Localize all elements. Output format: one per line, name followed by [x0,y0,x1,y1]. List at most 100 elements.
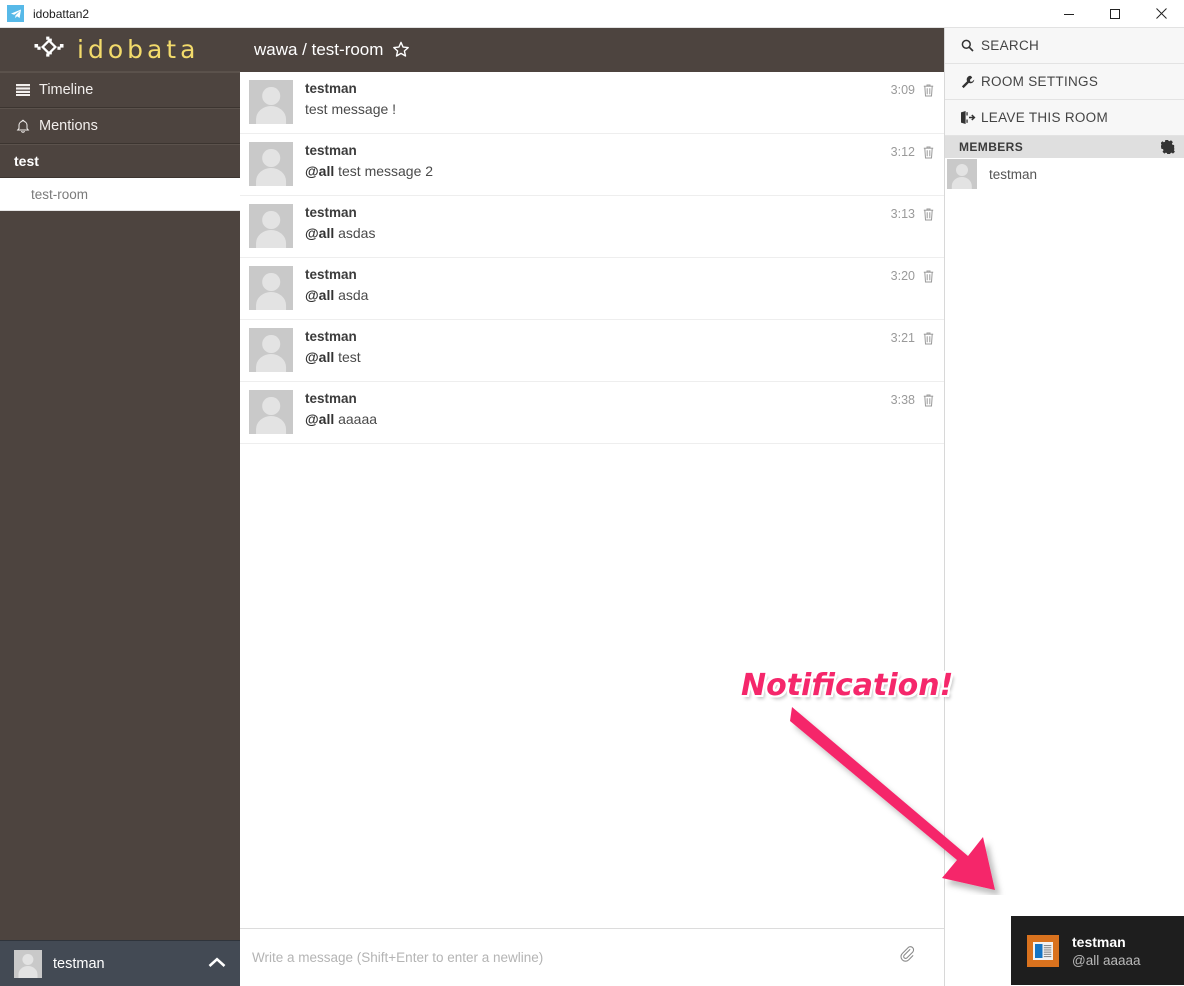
trash-icon[interactable] [923,84,934,97]
room-header: wawa / test-room [240,28,944,72]
member-name: testman [989,166,1038,182]
paper-plane-icon [7,5,24,22]
chat-main: wawa / test-room testman test message ! … [240,28,945,986]
avatar [249,80,293,124]
current-user-bar[interactable]: testman [0,940,240,986]
window-controls [1046,0,1184,28]
trash-icon[interactable] [923,146,934,159]
chevron-up-icon[interactable] [208,955,226,973]
message-text: @all test [305,349,944,365]
trash-icon[interactable] [923,394,934,407]
message-body: test [338,349,361,365]
avatar [249,204,293,248]
toast-title: testman [1072,933,1126,950]
sidebar-item-test-room[interactable]: test-room [0,178,240,211]
sidebar-item-label: Mentions [39,118,98,134]
room-settings-label: ROOM SETTINGS [981,74,1099,89]
mention-tag: @all [305,163,335,179]
message-time: 3:38 [890,393,915,407]
trash-icon[interactable] [923,270,934,283]
mention-tag: @all [305,411,335,427]
right-panel: SEARCH ROOM SETTINGS LEAVE THIS ROOM MEM… [945,28,1184,986]
avatar [947,159,977,189]
message-body: aaaaa [338,411,378,427]
toast-subtitle: @all aaaaa [1072,952,1141,968]
app-window-icon [1027,934,1059,967]
sidebar-item-mentions[interactable]: Mentions [0,108,240,144]
list-icon [14,84,31,96]
message-body: test message 2 [338,163,434,179]
message-author: testman [305,391,357,406]
paperclip-icon[interactable] [900,945,918,970]
sidebar-item-timeline[interactable]: Timeline [0,72,240,108]
message-list: testman test message ! 3:09 testman @all… [240,72,944,444]
table-row: testman @all asdas 3:13 [240,196,944,258]
sidebar-room-label: test-room [31,186,89,202]
leave-room-label: LEAVE THIS ROOM [981,110,1109,125]
star-outline-icon[interactable] [392,41,410,59]
message-text: @all test message 2 [305,163,944,179]
sidebar: idobata Timeline Mentions test test-room… [0,28,240,986]
message-body: asda [338,287,369,303]
leave-room-row[interactable]: LEAVE THIS ROOM [945,100,1184,136]
avatar [249,390,293,434]
sidebar-group-label: test [14,153,39,169]
notification-toast[interactable]: testman @all aaaaa [1011,916,1184,985]
avatar [249,328,293,372]
message-composer [240,928,944,986]
close-button[interactable] [1138,0,1184,28]
message-text: @all aaaaa [305,411,944,427]
exit-icon [961,111,981,124]
message-time: 3:21 [890,331,915,345]
message-time: 3:09 [890,83,915,97]
members-header: MEMBERS [945,136,1184,158]
table-row: testman @all test message 2 3:12 [240,134,944,196]
minimize-button[interactable] [1046,0,1092,28]
message-time: 3:13 [890,207,915,221]
sidebar-group-header[interactable]: test [0,144,240,178]
brand[interactable]: idobata [0,28,240,72]
search-row[interactable]: SEARCH [945,28,1184,64]
window-titlebar: idobattan2 [0,0,1184,28]
trash-icon[interactable] [923,332,934,345]
message-author: testman [305,205,357,220]
bell-icon [14,119,31,134]
members-label: MEMBERS [959,140,1024,154]
wrench-icon [961,75,981,89]
mention-tag: @all [305,349,335,365]
table-row: testman @all test 3:21 [240,320,944,382]
maximize-button[interactable] [1092,0,1138,28]
mention-tag: @all [305,287,335,303]
message-body: asdas [338,225,376,241]
message-time: 3:12 [890,145,915,159]
message-text: test message ! [305,101,944,117]
diamond-logo-icon [34,36,64,63]
message-input[interactable] [252,950,890,965]
message-author: testman [305,143,357,158]
trash-icon[interactable] [923,208,934,221]
table-row: testman test message ! 3:09 [240,72,944,134]
message-author: testman [305,267,357,282]
message-text: @all asda [305,287,944,303]
mention-tag: @all [305,225,335,241]
message-author: testman [305,81,357,96]
room-settings-row[interactable]: ROOM SETTINGS [945,64,1184,100]
table-row: testman @all aaaaa 3:38 [240,382,944,444]
avatar [14,949,42,978]
brand-name: idobata [77,35,200,64]
message-body: test message ! [305,101,397,117]
list-item[interactable]: testman [945,158,1184,190]
sidebar-item-label: Timeline [39,82,94,98]
message-author: testman [305,329,357,344]
window-title: idobattan2 [33,6,90,21]
table-row: testman @all asda 3:20 [240,258,944,320]
message-text: @all asdas [305,225,944,241]
page-title: wawa / test-room [254,40,384,59]
gear-icon[interactable] [1161,140,1175,154]
current-user-name: testman [53,955,105,972]
avatar [249,266,293,310]
message-time: 3:20 [890,269,915,283]
search-icon [961,39,981,52]
search-label: SEARCH [981,38,1040,53]
avatar [249,142,293,186]
